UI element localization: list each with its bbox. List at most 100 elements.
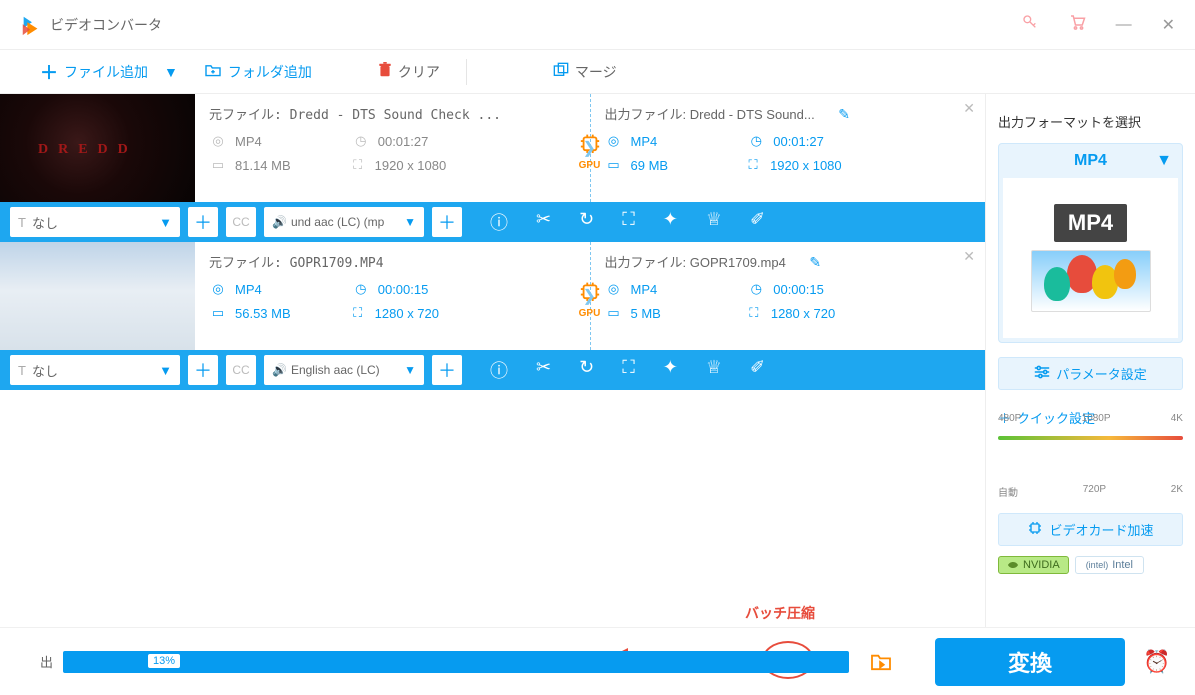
- rotate-icon[interactable]: ↻: [579, 357, 594, 383]
- resolution-icon: ⛶: [744, 157, 762, 173]
- info-icon[interactable]: ⓘ: [490, 209, 508, 235]
- minimize-button[interactable]: —: [1116, 16, 1132, 34]
- subtitle-value: なし: [32, 213, 58, 232]
- logo-icon: [20, 14, 42, 36]
- folder-icon: ▭: [209, 157, 227, 173]
- quick-settings: ＋ クイック設定 480P 1080P 4K 自動 720P 2K: [998, 408, 1183, 499]
- output-duration: 00:00:15: [773, 282, 824, 297]
- caret-down-icon: ▼: [1156, 152, 1172, 170]
- parameter-settings-button[interactable]: パラメータ設定: [998, 357, 1183, 390]
- open-folder-button[interactable]: [867, 648, 895, 676]
- add-subtitle-button[interactable]: ＋: [188, 207, 218, 237]
- key-icon[interactable]: [1022, 14, 1038, 35]
- clear-button[interactable]: クリア: [378, 62, 440, 82]
- schedule-button[interactable]: ⏰: [1139, 644, 1175, 680]
- audio-select[interactable]: 🔊 und aac (LC) (mp ▼: [264, 207, 424, 237]
- param-label: パラメータ設定: [1056, 364, 1147, 383]
- sliders-icon: [1034, 365, 1050, 382]
- resolution-icon: ⛶: [745, 305, 763, 321]
- convert-label: 変換: [1008, 646, 1052, 678]
- remove-item-button[interactable]: ✕: [963, 248, 975, 265]
- dropdown-caret-icon: ▼: [164, 64, 178, 80]
- progress-percent: 13%: [148, 654, 180, 668]
- window-controls: — ✕: [1022, 13, 1175, 36]
- convert-button[interactable]: 変換: [935, 638, 1125, 686]
- speaker-icon: 🔊: [272, 215, 287, 229]
- output-column: ❯ ✕ 出力ファイル: GOPR1709.mp4 ✎ ◎MP4 ◷00:00:1…: [591, 242, 986, 350]
- folder-plus-icon: [204, 63, 222, 80]
- audio-select[interactable]: 🔊 English aac (LC) ▼: [264, 355, 424, 385]
- sidebar: 出力フォーマットを選択 MP4 ▼ MP4 パラメータ設定 ＋ クイック設定: [985, 94, 1195, 627]
- trash-icon: [378, 62, 392, 81]
- output-size: 69 MB: [631, 158, 669, 173]
- video-thumbnail[interactable]: [0, 242, 195, 350]
- cut-icon[interactable]: ✂: [536, 357, 551, 383]
- source-duration: 00:00:15: [378, 282, 429, 297]
- add-audio-button[interactable]: ＋: [432, 355, 462, 385]
- caret-down-icon: ▼: [159, 215, 172, 230]
- add-folder-button[interactable]: フォルダ追加: [204, 62, 312, 82]
- clock-icon: ◷: [352, 281, 370, 297]
- info-icon[interactable]: ⓘ: [490, 357, 508, 383]
- output-path-bar[interactable]: 13%: [63, 651, 849, 673]
- cart-icon[interactable]: [1068, 13, 1086, 36]
- gpu-accel-button[interactable]: ビデオカード加速: [998, 513, 1183, 546]
- clock-icon: ◷: [352, 133, 370, 149]
- source-filename: 元ファイル: Dredd - DTS Sound Check ...: [209, 104, 576, 123]
- output-duration: 00:01:27: [773, 134, 824, 149]
- titlebar: ビデオコンバータ — ✕: [0, 0, 1195, 50]
- crop-icon[interactable]: ⛶: [622, 209, 635, 235]
- vendor-badges: NVIDIA (intel) Intel: [998, 556, 1183, 574]
- output-filename: 出力ファイル: Dredd - DTS Sound... ✎: [605, 104, 972, 123]
- edit-filename-button[interactable]: ✎: [809, 254, 821, 270]
- format-label: MP4: [1074, 152, 1107, 170]
- cc-button[interactable]: CC: [226, 355, 256, 385]
- edit-icon[interactable]: ✐: [750, 357, 765, 383]
- edit-filename-button[interactable]: ✎: [838, 106, 850, 122]
- output-format: MP4: [631, 134, 658, 149]
- text-icon: T: [18, 215, 26, 230]
- watermark-icon[interactable]: ♕: [706, 357, 722, 383]
- subtitle-select[interactable]: T なし ▼: [10, 355, 180, 385]
- subtitle-select[interactable]: T なし ▼: [10, 207, 180, 237]
- source-column: 元ファイル: GOPR1709.MP4 ◎MP4 ◷00:00:15 ▭56.5…: [195, 242, 591, 350]
- app-logo: ビデオコンバータ: [20, 14, 162, 36]
- close-button[interactable]: ✕: [1162, 15, 1175, 35]
- audio-value: English aac (LC): [291, 363, 380, 377]
- rotate-icon[interactable]: ↻: [579, 209, 594, 235]
- output-resolution: 1280 x 720: [771, 306, 835, 321]
- format-selector[interactable]: MP4 ▼ MP4: [998, 143, 1183, 343]
- mp4-badge: MP4: [1054, 204, 1127, 242]
- edit-tools: ⓘ ✂ ↻ ⛶ ✦ ♕ ✐: [490, 209, 765, 235]
- main-content: 元ファイル: Dredd - DTS Sound Check ... ◎ MP4 …: [0, 94, 1195, 627]
- effects-icon[interactable]: ✦: [663, 357, 678, 383]
- video-thumbnail[interactable]: [0, 94, 195, 202]
- effects-icon[interactable]: ✦: [663, 209, 678, 235]
- remove-item-button[interactable]: ✕: [963, 100, 975, 117]
- add-audio-button[interactable]: ＋: [432, 207, 462, 237]
- quality-slider[interactable]: [998, 436, 1183, 466]
- cc-button[interactable]: CC: [226, 207, 256, 237]
- speaker-icon: 🔊: [272, 363, 287, 377]
- add-file-label: ファイル追加: [64, 62, 148, 82]
- nvidia-badge: NVIDIA: [998, 556, 1069, 574]
- clock-icon: ◷: [747, 281, 765, 297]
- watermark-icon[interactable]: ♕: [706, 209, 722, 235]
- add-file-button[interactable]: ＋ ファイル追加 ▼: [40, 59, 178, 85]
- source-filename: 元ファイル: GOPR1709.MP4: [209, 252, 576, 271]
- output-resolution: 1920 x 1080: [770, 158, 842, 173]
- file-row: 元ファイル: Dredd - DTS Sound Check ... ◎MP4 …: [0, 94, 985, 242]
- source-duration: 00:01:27: [378, 134, 429, 149]
- crop-icon[interactable]: ⛶: [622, 357, 635, 383]
- merge-button[interactable]: マージ: [553, 62, 617, 82]
- audio-value: und aac (LC) (mp: [291, 215, 384, 229]
- caret-down-icon: ▼: [404, 215, 416, 229]
- caret-down-icon: ▼: [404, 363, 416, 377]
- plus-icon: ＋: [40, 59, 58, 85]
- source-resolution: 1280 x 720: [375, 306, 439, 321]
- add-subtitle-button[interactable]: ＋: [188, 355, 218, 385]
- format-icon: ◎: [209, 133, 227, 149]
- cut-icon[interactable]: ✂: [536, 209, 551, 235]
- format-icon: ◎: [605, 281, 623, 297]
- edit-icon[interactable]: ✐: [750, 209, 765, 235]
